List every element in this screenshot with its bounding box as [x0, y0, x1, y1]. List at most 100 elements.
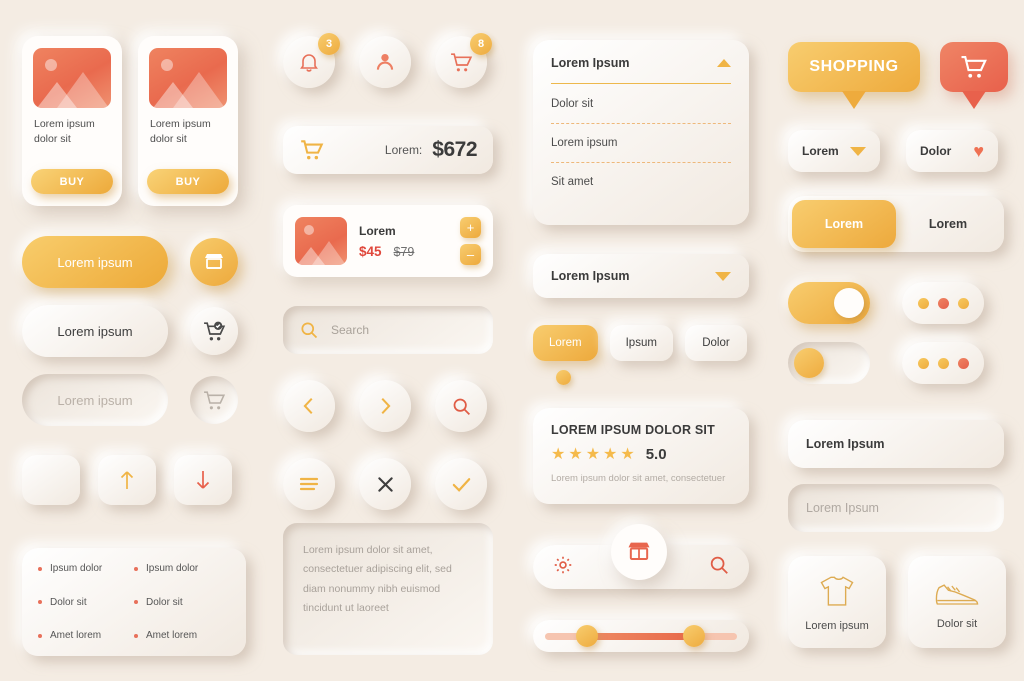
check-button[interactable] — [435, 458, 487, 510]
list-item-label: Dolor sit — [50, 596, 87, 608]
blank-square-button[interactable] — [22, 455, 80, 505]
cart-item-old-price: $79 — [393, 244, 415, 259]
shopping-tooltip-label: SHOPPING — [809, 58, 899, 75]
accordion-item[interactable]: Lorem ipsum — [551, 137, 731, 149]
list-item: Ipsum dolor — [134, 563, 230, 574]
search-icon-button[interactable] — [708, 554, 730, 581]
text-input-empty[interactable]: Lorem Ipsum — [788, 484, 1004, 532]
close-button[interactable] — [359, 458, 411, 510]
increment-button[interactable]: + — [460, 217, 481, 238]
toggle-switch-on[interactable] — [788, 282, 870, 324]
buy-button[interactable]: BUY — [31, 169, 113, 194]
dot-icon[interactable] — [917, 297, 929, 309]
quantity-stepper: + – — [460, 217, 481, 265]
bullet-icon — [38, 600, 42, 604]
tab-chip-lorem[interactable]: Lorem — [533, 325, 598, 361]
dropdown-label: Lorem — [802, 144, 839, 158]
cart-icon-button[interactable]: 8 — [435, 33, 492, 88]
product-title: Lorem ipsum dolor sit — [34, 118, 95, 146]
category-card-shoes[interactable]: Dolor sit — [908, 556, 1006, 648]
bullet-list-card: Ipsum dolor Ipsum dolor Dolor sit Dolor … — [22, 548, 246, 656]
slider-handle-left[interactable] — [575, 625, 598, 647]
accordion-item[interactable]: Dolor sit — [551, 98, 731, 110]
dropdown-select[interactable]: Lorem Ipsum — [533, 254, 749, 298]
user-icon-button[interactable] — [359, 36, 411, 88]
list-item: Amet lorem — [134, 630, 230, 641]
slider-track — [545, 625, 737, 647]
chevron-left-button[interactable] — [283, 380, 335, 432]
tab-chip-dolor[interactable]: Dolor — [684, 325, 747, 361]
chevron-right-button[interactable] — [359, 380, 411, 432]
bell-icon-button[interactable]: 3 — [283, 33, 340, 88]
pagination-dots-second[interactable] — [902, 342, 984, 384]
total-value: $672 — [432, 138, 477, 161]
product-card[interactable]: Lorem ipsum dolor sit BUY — [22, 36, 122, 206]
favorite-button-dolor[interactable]: Dolor ♥ — [906, 130, 998, 172]
rating-subtitle: Lorem ipsum dolor sit amet, consectetuer — [551, 473, 726, 484]
star-icon: ★ — [603, 445, 618, 463]
bullet-icon — [38, 633, 42, 638]
toggle-group — [788, 282, 984, 402]
dot-icon-active[interactable] — [937, 297, 949, 309]
sneaker-icon — [935, 583, 979, 605]
list-item: Amet lorem — [38, 630, 134, 641]
icon-button-grid — [283, 380, 487, 510]
cart-item-row: Lorem $45 $79 + – — [283, 205, 493, 277]
store-fab-button[interactable] — [611, 524, 667, 580]
text-input-filled[interactable]: Lorem Ipsum — [788, 420, 1004, 468]
arrow-down-button[interactable] — [174, 455, 232, 505]
dot-icon[interactable] — [957, 297, 969, 309]
dot-icon[interactable] — [937, 357, 949, 369]
range-slider[interactable] — [533, 620, 749, 652]
category-label: Dolor sit — [936, 617, 978, 630]
category-card-clothing[interactable]: Lorem ipsum — [788, 556, 886, 648]
star-icon: ★ — [551, 445, 566, 463]
search-input[interactable]: Search — [283, 306, 493, 354]
cart-tooltip[interactable] — [940, 42, 1008, 109]
primary-button-default[interactable]: Lorem ipsum — [22, 305, 168, 357]
accordion-title: Lorem Ipsum — [551, 56, 630, 70]
cart-check-icon-button[interactable] — [190, 307, 238, 355]
primary-button-disabled: Lorem ipsum — [22, 374, 168, 426]
image-placeholder-icon — [149, 48, 227, 108]
product-card[interactable]: Lorem ipsum dolor sit BUY — [138, 36, 238, 206]
pagination-dots-first[interactable] — [902, 282, 984, 324]
store-icon — [628, 542, 650, 560]
slider-handle-right[interactable] — [683, 625, 706, 647]
list-item: Dolor sit — [38, 597, 134, 608]
toggle-switch-off[interactable] — [788, 342, 870, 384]
dropdown-button-lorem[interactable]: Lorem — [788, 130, 880, 172]
primary-button-active[interactable]: Lorem ipsum — [22, 236, 168, 288]
buy-button[interactable]: BUY — [147, 169, 229, 194]
ui-kit-canvas: Lorem ipsum dolor sit BUY Lorem ipsum do… — [0, 0, 1024, 681]
heart-icon[interactable]: ♥ — [973, 142, 984, 160]
textarea-input[interactable]: Lorem ipsum dolor sit amet, consectetuer… — [283, 523, 493, 655]
search-button[interactable] — [435, 380, 487, 432]
triangle-up-icon[interactable] — [717, 59, 731, 67]
cart-item-price: $45 — [359, 243, 382, 259]
dot-icon[interactable] — [917, 357, 929, 369]
segment-option[interactable]: Lorem — [896, 200, 1000, 248]
dot-icon-active[interactable] — [957, 357, 969, 369]
list-item-label: Ipsum dolor — [50, 563, 103, 574]
dropdown-button-row: Lorem Dolor ♥ — [788, 130, 998, 172]
menu-button[interactable] — [283, 458, 335, 510]
cart-badge: 8 — [470, 33, 492, 55]
arrow-up-button[interactable] — [98, 455, 156, 505]
decrement-button[interactable]: – — [460, 244, 481, 265]
accordion-item[interactable]: Sit amet — [551, 176, 731, 188]
button-states-group: Lorem ipsum Lorem ipsum Lorem ipsum — [22, 236, 238, 443]
bell-badge: 3 — [318, 33, 340, 55]
gear-icon-button[interactable] — [552, 554, 574, 581]
triangle-down-icon — [715, 271, 731, 281]
accordion-expanded: Lorem Ipsum Dolor sit Lorem ipsum Sit am… — [533, 40, 749, 225]
star-icon: ★ — [585, 445, 601, 463]
list-item: Ipsum dolor — [38, 563, 134, 574]
tab-chip-ipsum[interactable]: Ipsum — [609, 325, 673, 361]
segment-option-active[interactable]: Lorem — [792, 200, 896, 248]
store-icon-button[interactable] — [190, 238, 238, 286]
tab-chip-group: Lorem Ipsum Dolor — [533, 325, 747, 361]
divider-dashed — [551, 123, 731, 124]
cart-item-name: Lorem — [359, 223, 396, 238]
accordion-header[interactable]: Lorem Ipsum — [551, 56, 731, 70]
